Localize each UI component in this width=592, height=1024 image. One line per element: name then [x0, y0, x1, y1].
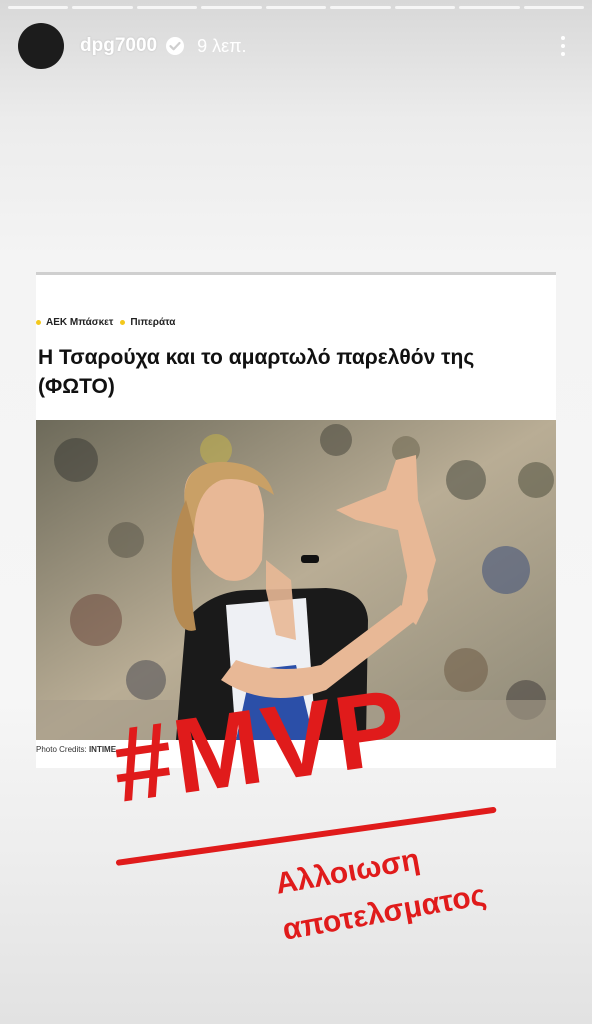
- bullet-icon: [36, 320, 41, 325]
- progress-segment: [136, 6, 198, 9]
- breadcrumb-item[interactable]: Πιπεράτα: [130, 317, 175, 328]
- breadcrumb-item[interactable]: AEK Μπάσκετ: [46, 317, 113, 328]
- article-headline: Η Τσαρούχα και το αμαρτωλό παρελθόν της …: [38, 346, 475, 398]
- progress-segment: [394, 6, 456, 9]
- username[interactable]: dpg7000: [80, 35, 157, 57]
- avatar[interactable]: [18, 23, 64, 69]
- progress-segment: [201, 6, 262, 9]
- credits-label: Photo Credits:: [36, 745, 87, 754]
- progress-segment: [330, 6, 391, 9]
- photo-credits: Photo Credits: INTIME: [36, 745, 116, 754]
- more-vertical-icon[interactable]: [552, 31, 574, 61]
- progress-segment: [8, 6, 69, 9]
- progress-segment: [72, 6, 133, 9]
- progress-segment: [265, 6, 327, 9]
- bullet-icon: [120, 320, 126, 325]
- progress-segment: [523, 6, 584, 9]
- progress-segment: [459, 6, 520, 9]
- story-header: dpg7000 9 λεπ.: [18, 22, 574, 70]
- story-progress-bar: [8, 6, 584, 9]
- verified-check-icon: [165, 36, 185, 56]
- timestamp: 9 λεπ.: [197, 35, 247, 56]
- breadcrumb: AEK Μπάσκετ Πιπεράτα: [36, 317, 175, 328]
